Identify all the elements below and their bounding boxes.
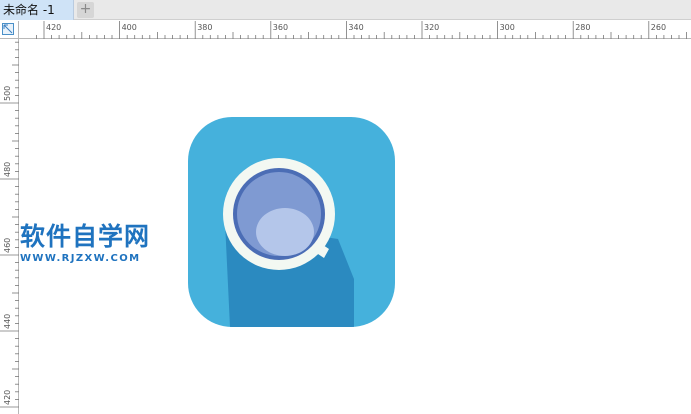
watermark-url: WWW.RJZXW.COM [20,253,141,264]
ruler-label: 480 [3,162,12,177]
document-tab-bar: 未命名 -1 + [0,0,691,20]
vertical-ruler[interactable]: 500 480 460 440 420 [0,39,19,414]
lens-highlight [256,208,314,256]
ruler-label: 360 [273,23,288,32]
ruler-label: 440 [3,314,12,329]
ruler-label: 280 [575,23,590,32]
horizontal-ruler[interactable]: 420 400 380 360 340 320 300 280 260 [19,21,691,39]
tab-untitled-1[interactable]: 未命名 -1 [0,0,74,20]
watermark-title: 软件自学网 [20,222,151,251]
ruler-label: 300 [500,23,515,32]
ruler-origin[interactable] [0,21,19,39]
ruler-label: 380 [197,23,212,32]
new-tab-button[interactable]: + [77,2,94,18]
ruler-label: 420 [3,390,12,405]
ruler-label: 260 [651,23,666,32]
ruler-label: 320 [424,23,439,32]
magnifier-app-icon[interactable] [188,117,395,327]
watermark: 软件自学网 WWW.RJZXW.COM [20,222,170,265]
ruler-origin-icon[interactable] [2,23,14,35]
ruler-label: 420 [46,23,61,32]
ruler-label: 500 [3,86,12,101]
ruler-label: 400 [122,23,137,32]
ruler-label: 460 [3,238,12,253]
ruler-label: 340 [348,23,363,32]
